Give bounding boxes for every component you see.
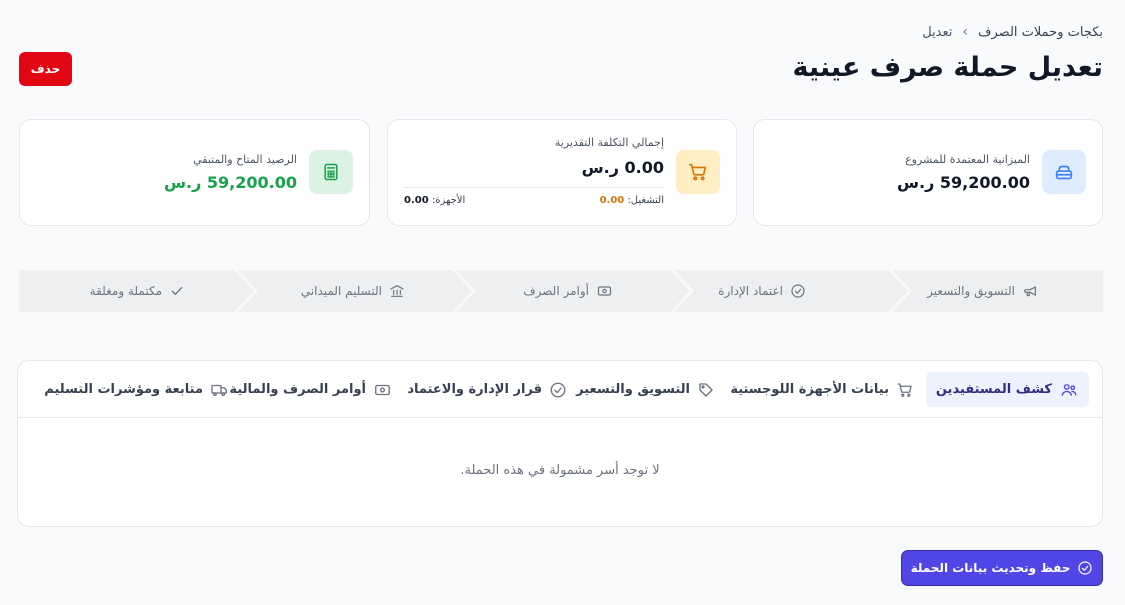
remaining-balance-value: 59,200.00 ر.س [163, 173, 297, 192]
campaign-details-panel: كشف المستفيدين بيانات الأجهزة اللوجستية … [17, 360, 1103, 527]
step-field-delivery: التسليم الميداني [301, 270, 405, 312]
step-label: التسويق والتسعير [927, 284, 1015, 298]
budget-card: الميزانية المعتمدة للمشروع 59,200.00 ر.س [753, 119, 1103, 226]
tab-label: كشف المستفيدين [935, 382, 1052, 397]
breadcrumb-current: تعديل [922, 24, 953, 40]
step-completed: مكتملة ومغلقة [90, 270, 185, 312]
delete-button[interactable]: حذف [19, 52, 72, 86]
remaining-balance-card: الرصيد المتاح والمتبقي 59,200.00 ر.س [19, 119, 370, 226]
money-icon [597, 286, 612, 296]
devices-cost: الأجهزة: 0.00 [404, 195, 465, 206]
tab-label: متابعة ومؤشرات التسليم [44, 382, 203, 397]
save-campaign-button[interactable]: حفظ وتحديث بيانات الحملة [901, 550, 1103, 586]
tag-icon [699, 382, 713, 397]
cart-icon [676, 150, 720, 194]
step-label: مكتملة ومغلقة [89, 284, 162, 298]
tab-management-decision[interactable]: قرار الإدارة والاعتماد [397, 372, 577, 407]
breadcrumb-parent-link[interactable]: بكجات وحملات الصرف [978, 25, 1103, 40]
empty-state-message: لا توجد أسر مشمولة في هذه الحملة. [460, 463, 660, 478]
step-management-approval: اعتماد الإدارة [718, 270, 806, 312]
step-label: التسليم الميداني [300, 284, 382, 298]
box-icon [1042, 150, 1086, 194]
tab-label: التسويق والتسعير [576, 382, 690, 397]
save-button-label: حفظ وتحديث بيانات الحملة [910, 561, 1071, 575]
running-cost-label: التشغيل: [627, 195, 664, 206]
truck-icon [211, 384, 227, 396]
tab-label: قرار الإدارة والاعتماد [407, 382, 542, 397]
workflow-stepper: التسويق والتسعير اعتماد الإدارة أوامر ال… [19, 270, 1103, 312]
devices-cost-value: 0.00 [404, 195, 429, 206]
check-circle-icon [1078, 561, 1093, 575]
step-label: أوامر الصرف [523, 284, 589, 298]
check-icon [171, 287, 183, 295]
step-disbursement-orders: أوامر الصرف [523, 270, 613, 312]
users-icon [1061, 383, 1077, 396]
tab-label: أوامر الصرف والمالية [229, 382, 366, 397]
page-title: تعديل حملة صرف عينية [792, 52, 1104, 83]
budget-label: الميزانية المعتمدة للمشروع [905, 153, 1030, 166]
tab-bar: كشف المستفيدين بيانات الأجهزة اللوجستية … [18, 361, 1102, 418]
estimated-cost-label: إجمالي التكلفة التقديرية [554, 136, 664, 149]
tab-disbursement-finance[interactable]: أوامر الصرف والمالية [219, 372, 402, 407]
tab-beneficiaries[interactable]: كشف المستفيدين [925, 372, 1089, 407]
estimated-cost-card: إجمالي التكلفة التقديرية 0.00 ر.س التشغي… [387, 119, 737, 226]
remaining-balance-label: الرصيد المتاح والمتبقي [193, 153, 297, 166]
building-icon [390, 285, 404, 297]
breadcrumb: بكجات وحملات الصرف › تعديل [922, 24, 1103, 40]
estimated-cost-value: 0.00 ر.س [581, 158, 664, 177]
step-label: اعتماد الإدارة [718, 284, 783, 298]
tab-marketing-pricing[interactable]: التسويق والتسعير [566, 372, 725, 407]
check-circle-icon [550, 382, 566, 397]
breadcrumb-separator: › [962, 24, 969, 40]
budget-value: 59,200.00 ر.س [896, 173, 1030, 192]
card-divider [404, 187, 664, 188]
megaphone-icon [1024, 286, 1036, 297]
money-icon [375, 384, 390, 395]
devices-cost-label: الأجهزة: [431, 195, 466, 206]
tab-delivery-tracking[interactable]: متابعة ومؤشرات التسليم [34, 372, 239, 407]
check-circle-icon [791, 284, 805, 298]
running-cost: التشغيل: 0.00 [600, 195, 664, 206]
step-marketing: التسويق والتسعير [927, 270, 1038, 312]
tab-label: بيانات الأجهزة اللوجستية [730, 382, 889, 397]
calculator-icon [309, 150, 353, 194]
cart-icon [897, 382, 912, 397]
running-cost-value: 0.00 [599, 195, 625, 206]
tab-logistics-devices[interactable]: بيانات الأجهزة اللوجستية [720, 372, 924, 407]
page: بكجات وحملات الصرف › تعديل تعديل حملة صر… [0, 0, 1125, 605]
